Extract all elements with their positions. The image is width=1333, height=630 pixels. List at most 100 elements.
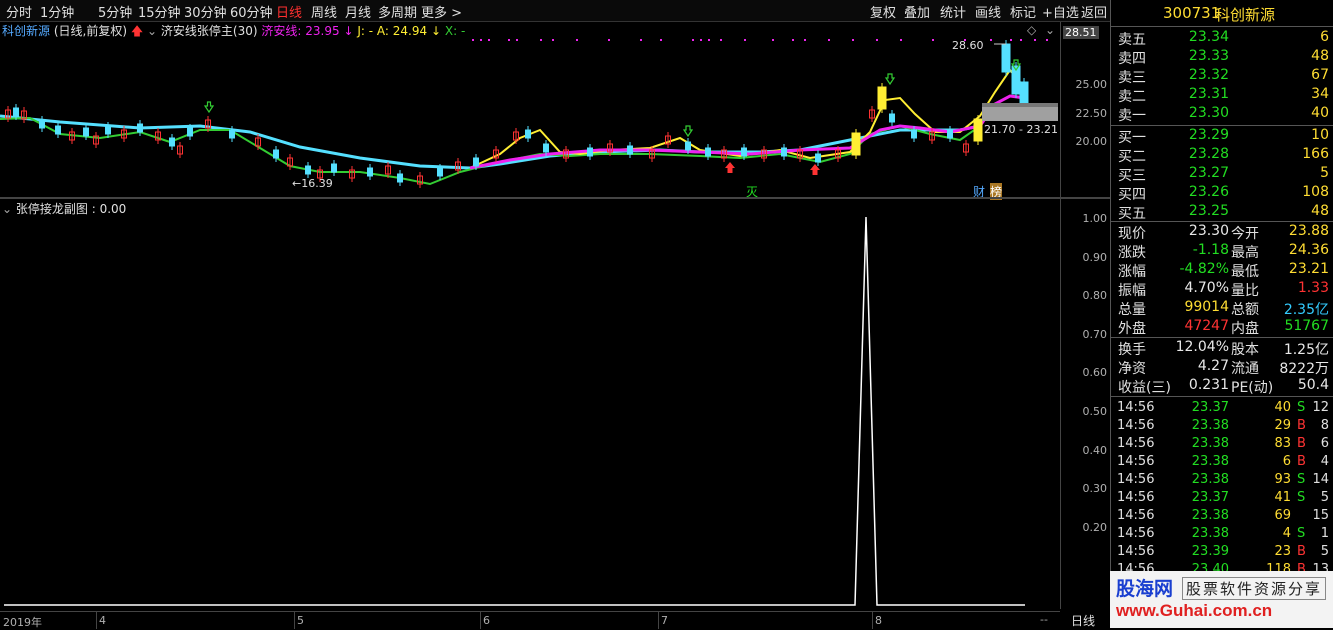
signal-dot — [660, 39, 662, 41]
restore-rights-button[interactable]: 复权 — [870, 2, 896, 21]
bid-row[interactable]: 买二 23.28 166 — [1111, 146, 1333, 165]
candlestick[interactable] — [947, 129, 953, 139]
stat-value: 4.70% — [1184, 280, 1229, 296]
signal-dot — [804, 39, 806, 41]
tick-row[interactable]: 14:56 23.38 83 B 6 — [1111, 436, 1333, 454]
candlestick[interactable] — [55, 125, 61, 135]
period-tab-more[interactable]: 更多 > — [421, 2, 462, 21]
stat-row: 涨幅 -4.82% 最低 23.21 — [1111, 261, 1333, 280]
period-tab-5min[interactable]: 5分钟 — [98, 2, 132, 21]
draw-line-button[interactable]: 画线 — [975, 2, 1001, 21]
candlestick[interactable] — [741, 147, 747, 157]
candlestick-chart[interactable] — [0, 22, 1060, 197]
period-tab-60min[interactable]: 60分钟 — [230, 2, 273, 21]
ask-row[interactable]: 卖一 23.30 40 — [1111, 105, 1333, 124]
guhai-banner[interactable]: 股海网 股票软件资源分享 www.Guhai.com.cn — [1110, 571, 1333, 628]
statistics-button[interactable]: 统计 — [940, 2, 966, 21]
bid-row[interactable]: 买四 23.26 108 — [1111, 184, 1333, 203]
candlestick[interactable] — [973, 118, 983, 142]
chevron-down-icon[interactable]: ⌄ — [147, 24, 157, 38]
period-tab-daily[interactable]: 日线 — [276, 2, 302, 21]
candlestick[interactable] — [229, 129, 235, 139]
candlestick[interactable] — [137, 123, 143, 133]
stock-name-label[interactable]: 科创新源 — [2, 24, 50, 38]
candlestick[interactable] — [397, 173, 403, 183]
ask-row[interactable]: 卖四 23.33 48 — [1111, 48, 1333, 67]
candlestick[interactable] — [877, 86, 887, 110]
candlestick[interactable] — [331, 163, 337, 173]
tick-price: 23.37 — [1191, 490, 1229, 505]
stock-code[interactable]: 300731 — [1163, 4, 1220, 22]
candlestick[interactable] — [105, 125, 111, 135]
y-tick: 1.00 — [1082, 212, 1108, 225]
tick-row[interactable]: 14:56 23.37 41 S 5 — [1111, 490, 1333, 508]
period-tab-15min[interactable]: 15分钟 — [138, 2, 181, 21]
tick-volume: 23 — [1274, 544, 1291, 559]
jx-label: 济安线: — [261, 24, 302, 38]
candlestick[interactable] — [305, 165, 311, 175]
candlestick[interactable] — [815, 153, 821, 163]
tick-row[interactable]: 14:56 23.38 93 S 14 — [1111, 472, 1333, 490]
tick-row[interactable]: 14:56 23.39 23 B 5 — [1111, 544, 1333, 562]
period-tab-weekly[interactable]: 周线 — [311, 2, 337, 21]
ask-row[interactable]: 卖二 23.31 34 — [1111, 86, 1333, 105]
period-tab-30min[interactable]: 30分钟 — [184, 2, 227, 21]
candlestick[interactable] — [685, 141, 691, 151]
period-tab-1min[interactable]: 1分钟 — [40, 2, 74, 21]
mark-button[interactable]: 标记 — [1010, 2, 1036, 21]
bid-volume: 10 — [1311, 127, 1329, 143]
candlestick[interactable] — [187, 127, 193, 137]
add-watchlist-button[interactable]: +自选 — [1042, 2, 1079, 21]
candlestick[interactable] — [781, 147, 787, 157]
tick-time: 14:56 — [1117, 418, 1155, 433]
period-tab-multi[interactable]: 多周期 — [378, 2, 417, 21]
candlestick[interactable] — [273, 149, 279, 159]
candlestick[interactable] — [525, 129, 531, 139]
candlestick[interactable] — [83, 127, 89, 137]
candlestick[interactable] — [587, 147, 593, 157]
indicator-chart[interactable] — [0, 199, 1060, 609]
indicator-name-label[interactable]: 济安线张停主(30) — [161, 24, 258, 38]
candlestick[interactable] — [705, 147, 711, 157]
period-corner-label[interactable]: 日线 — [1071, 612, 1095, 629]
candlestick[interactable] — [1001, 43, 1011, 73]
tick-row[interactable]: 14:56 23.38 4 S 1 — [1111, 526, 1333, 544]
bid-row[interactable]: 买五 23.25 48 — [1111, 203, 1333, 222]
tick-row[interactable]: 14:56 23.37 40 S 12 — [1111, 400, 1333, 418]
candlestick[interactable] — [437, 167, 443, 177]
period-tab-fenshi[interactable]: 分时 — [6, 2, 32, 21]
signal-dot — [700, 39, 702, 41]
candlestick[interactable] — [169, 137, 175, 147]
ask-volume: 6 — [1320, 29, 1329, 45]
bid-volume: 108 — [1302, 184, 1329, 200]
tick-row[interactable]: 14:56 23.38 69 15 — [1111, 508, 1333, 526]
scroll-dash[interactable]: -- — [1040, 613, 1048, 626]
overlay-button[interactable]: 叠加 — [904, 2, 930, 21]
candlestick[interactable] — [473, 157, 479, 167]
period-tab-monthly[interactable]: 月线 — [345, 2, 371, 21]
ask-price: 23.31 — [1188, 86, 1229, 102]
range-label: 21.70 - 23.21 — [984, 123, 1058, 136]
signal-dot — [720, 39, 722, 41]
bid-row[interactable]: 买三 23.27 5 — [1111, 165, 1333, 184]
bid-row[interactable]: 买一 23.29 10 — [1111, 127, 1333, 146]
ask-row[interactable]: 卖五 23.34 6 — [1111, 29, 1333, 48]
candlestick[interactable] — [851, 132, 861, 156]
candlestick[interactable] — [627, 145, 633, 155]
stat-label: 量比 — [1231, 283, 1259, 299]
candlestick[interactable] — [367, 167, 373, 177]
back-button[interactable]: 返回 — [1081, 2, 1107, 21]
candlestick[interactable] — [39, 119, 45, 129]
candlestick[interactable] — [911, 129, 917, 139]
signal-dot — [640, 39, 642, 41]
ask-row[interactable]: 卖三 23.32 67 — [1111, 67, 1333, 86]
candlestick[interactable] — [889, 113, 895, 123]
arrow-up-icon: 🡅 — [130, 24, 144, 38]
tick-row[interactable]: 14:56 23.38 6 B 4 — [1111, 454, 1333, 472]
candlestick[interactable] — [543, 143, 549, 153]
stock-name[interactable]: 科创新源 — [1215, 4, 1275, 25]
candlestick[interactable] — [13, 107, 19, 117]
chart-mode-label[interactable]: (日线,前复权) — [54, 24, 127, 38]
ask-volume: 67 — [1311, 67, 1329, 83]
tick-row[interactable]: 14:56 23.38 29 B 8 — [1111, 418, 1333, 436]
